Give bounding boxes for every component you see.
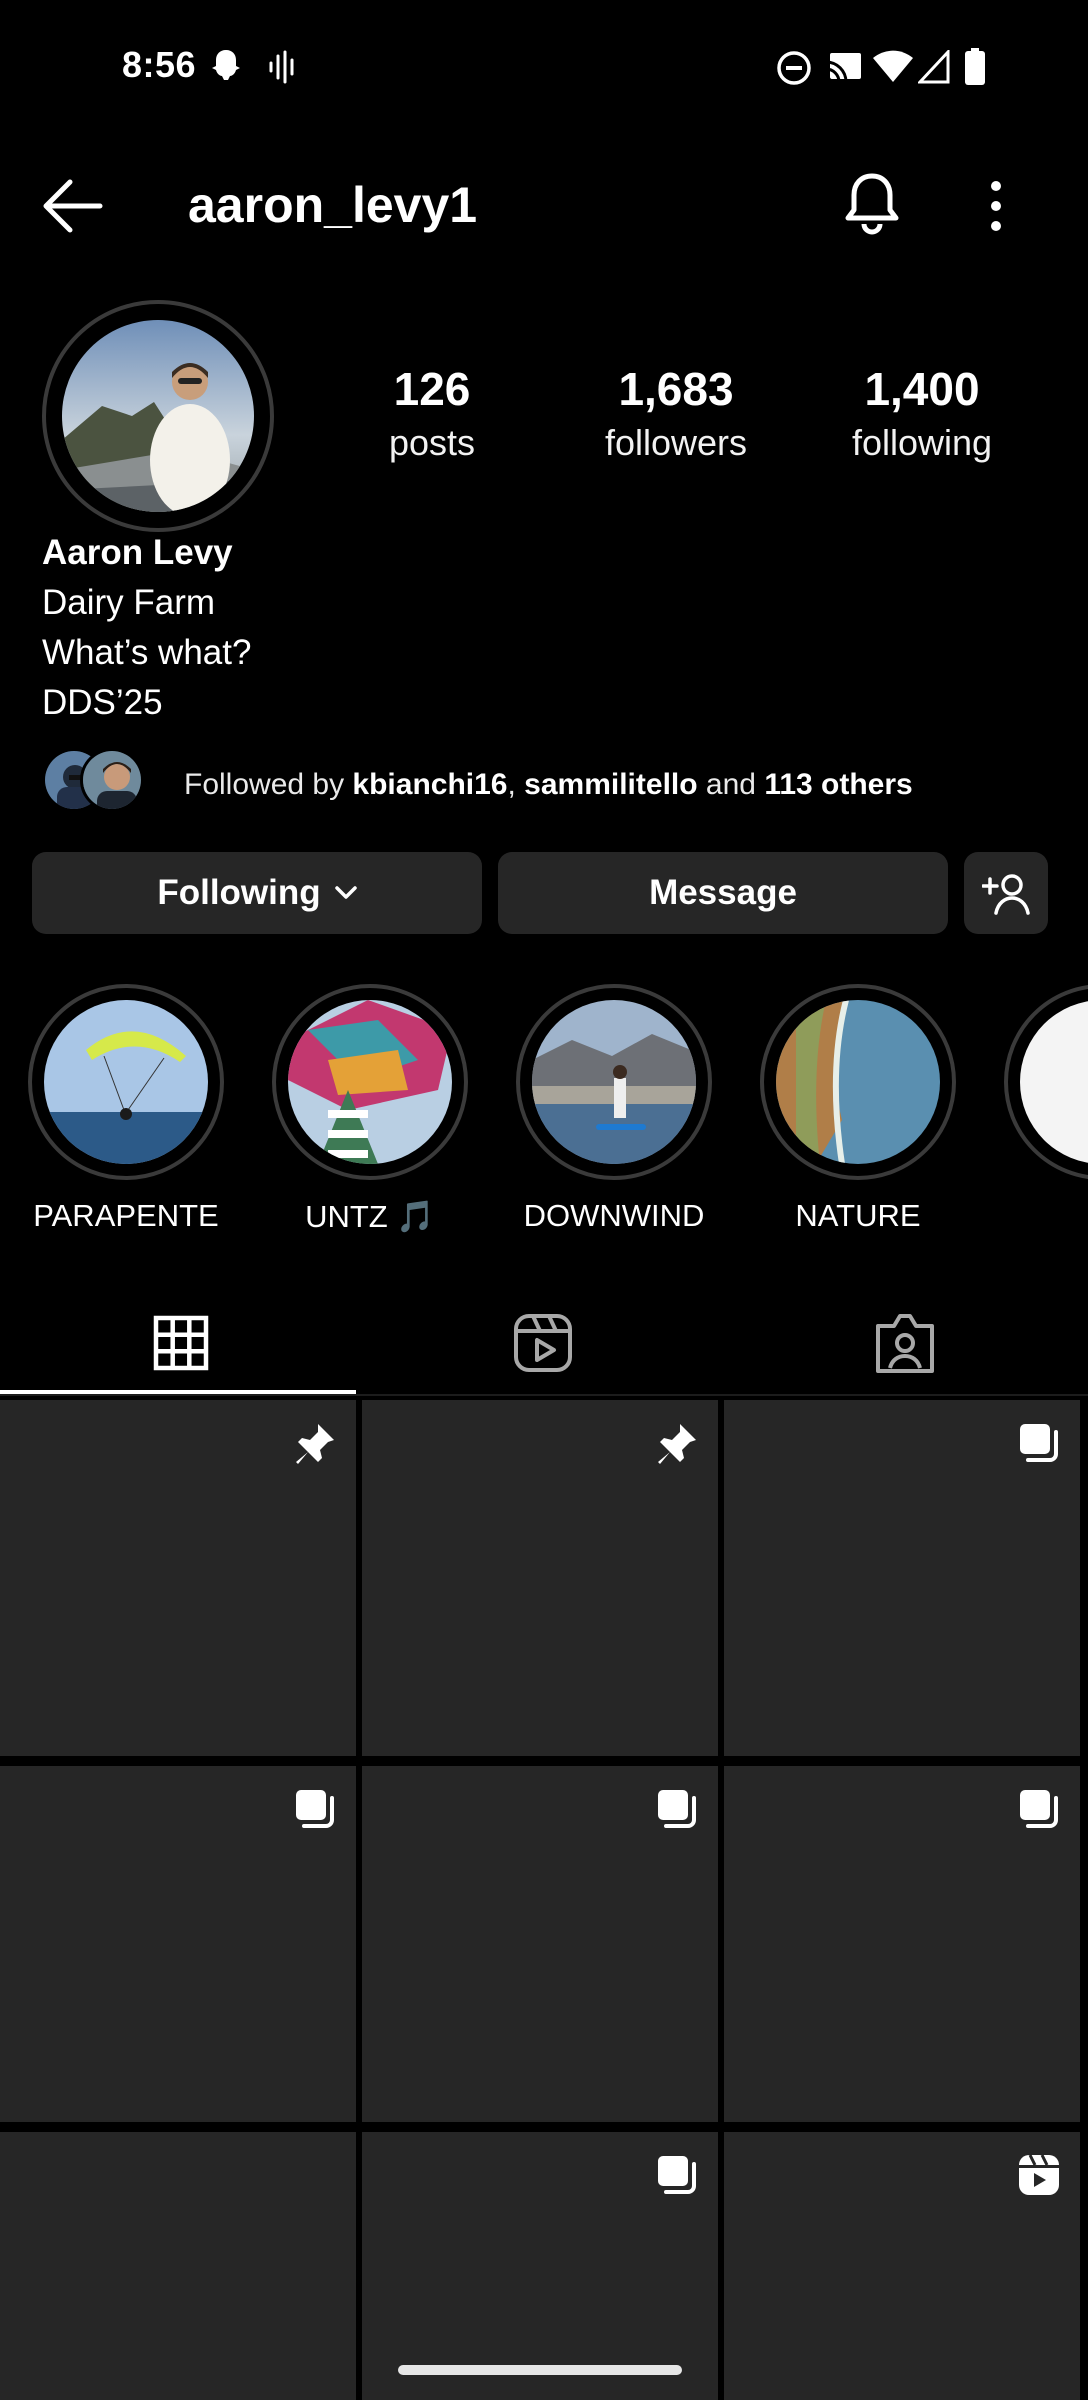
highlight-downwind[interactable]: DOWNWIND bbox=[516, 984, 712, 1234]
tab-tagged[interactable] bbox=[724, 1290, 1086, 1396]
carousel-icon bbox=[658, 2156, 696, 2194]
highlight-label: DOWNWIND bbox=[523, 1198, 705, 1233]
pin-icon bbox=[296, 1424, 334, 1464]
profile-bio: Aaron Levy Dairy Farm What’s what? DDS’2… bbox=[42, 528, 251, 728]
mutual-username[interactable]: kbianchi16 bbox=[352, 768, 507, 801]
highlight-nature[interactable]: NATURE bbox=[760, 984, 956, 1234]
add-person-icon bbox=[982, 874, 1030, 915]
profile-screen: 8:56 aaron_levy1 126 posts 1,683 followe… bbox=[0, 0, 1088, 2400]
chevron-down-icon bbox=[334, 886, 357, 899]
snapchat-icon bbox=[212, 50, 240, 80]
highlight-ring bbox=[1004, 984, 1088, 1180]
highlight-cover bbox=[1020, 1000, 1088, 1164]
message-button[interactable]: Message bbox=[498, 852, 948, 934]
highlight-ring bbox=[516, 984, 712, 1180]
profile-username: aaron_levy1 bbox=[188, 177, 478, 233]
posts-count: 126 bbox=[393, 363, 471, 415]
profile-name: Aaron Levy bbox=[42, 533, 233, 572]
post-thumbnail[interactable] bbox=[362, 1766, 718, 2122]
message-button-label: Message bbox=[649, 873, 797, 912]
followers-label: followers bbox=[604, 422, 748, 463]
wifi-icon bbox=[873, 50, 913, 82]
pin-icon bbox=[658, 1424, 696, 1464]
highlight-label: PARAPENTE bbox=[33, 1198, 219, 1233]
mutual-username[interactable]: sammilitello bbox=[524, 768, 697, 801]
mutual-avatar bbox=[80, 748, 144, 812]
reel-icon bbox=[1019, 2154, 1059, 2195]
carousel-icon bbox=[1020, 1424, 1058, 1462]
followed-by-text: Followed by kbianchi16, sammilitello and… bbox=[184, 768, 913, 802]
status-time: 8:56 bbox=[122, 44, 197, 85]
battery-icon bbox=[965, 48, 985, 85]
highlight-cover bbox=[532, 1000, 696, 1164]
dnd-icon bbox=[777, 51, 811, 85]
gesture-nav-handle[interactable] bbox=[398, 2365, 682, 2375]
profile-tabs bbox=[0, 1290, 1088, 1396]
tab-reels[interactable] bbox=[362, 1290, 724, 1396]
cast-icon bbox=[825, 53, 861, 83]
followed-mid: and bbox=[697, 768, 765, 801]
signal-icon bbox=[918, 50, 950, 84]
voice-icon bbox=[269, 50, 294, 84]
highlight-cover bbox=[776, 1000, 940, 1164]
more-vert-icon[interactable] bbox=[980, 178, 1012, 234]
profile-avatar[interactable] bbox=[42, 300, 274, 532]
stat-posts[interactable]: 126 posts bbox=[332, 362, 532, 464]
post-thumbnail[interactable] bbox=[0, 1766, 356, 2122]
posts-label: posts bbox=[388, 422, 476, 463]
bell-icon[interactable] bbox=[842, 170, 902, 236]
carousel-icon bbox=[658, 1790, 696, 1828]
post-thumbnail[interactable] bbox=[0, 2132, 356, 2400]
highlight-ring bbox=[760, 984, 956, 1180]
tab-divider bbox=[0, 1394, 1088, 1396]
highlight-label: NATURE bbox=[795, 1198, 921, 1233]
bio-line: What’s what? bbox=[42, 633, 252, 672]
bio-line: Dairy Farm bbox=[42, 583, 216, 622]
post-thumbnail[interactable] bbox=[724, 2132, 1080, 2400]
followed-by-row[interactable]: Followed by kbianchi16, sammilitello and… bbox=[42, 748, 1062, 818]
highlight-untz[interactable]: UNTZ 🎵 bbox=[272, 984, 468, 1235]
reels-icon bbox=[514, 1314, 572, 1372]
grid-icon bbox=[153, 1315, 209, 1371]
highlight-parapente[interactable]: PARAPENTE bbox=[28, 984, 224, 1234]
followers-count: 1,683 bbox=[618, 363, 734, 415]
stat-followers[interactable]: 1,683 followers bbox=[576, 362, 776, 464]
tab-grid[interactable] bbox=[0, 1290, 362, 1396]
highlight-ring bbox=[28, 984, 224, 1180]
post-thumbnail[interactable] bbox=[724, 1400, 1080, 1756]
avatar-photo bbox=[62, 320, 254, 512]
followed-prefix: Followed by bbox=[184, 768, 353, 801]
carousel-icon bbox=[1020, 1790, 1058, 1828]
following-label: following bbox=[851, 422, 993, 463]
following-count: 1,400 bbox=[864, 363, 980, 415]
status-bar: 8:56 bbox=[0, 0, 1088, 134]
following-button-label: Following bbox=[157, 873, 321, 912]
highlight-cover bbox=[44, 1000, 208, 1164]
post-thumbnail[interactable] bbox=[724, 1766, 1080, 2122]
following-button[interactable]: Following bbox=[32, 852, 482, 934]
highlight-ring bbox=[272, 984, 468, 1180]
carousel-icon bbox=[296, 1790, 334, 1828]
stat-following[interactable]: 1,400 following bbox=[822, 362, 1022, 464]
post-thumbnail[interactable] bbox=[0, 1400, 356, 1756]
bio-line: DDS’25 bbox=[42, 683, 163, 722]
highlight-partial[interactable] bbox=[1004, 984, 1088, 1180]
back-arrow-icon[interactable] bbox=[40, 176, 104, 236]
profile-header: aaron_levy1 bbox=[0, 150, 1088, 260]
mutual-others[interactable]: 113 others bbox=[764, 768, 912, 801]
highlight-label: UNTZ 🎵 bbox=[305, 1199, 435, 1234]
followed-sep: , bbox=[507, 768, 525, 801]
tagged-icon bbox=[876, 1314, 934, 1373]
suggested-users-button[interactable] bbox=[964, 852, 1048, 934]
highlight-cover bbox=[288, 1000, 452, 1164]
post-thumbnail[interactable] bbox=[362, 2132, 718, 2400]
post-thumbnail[interactable] bbox=[362, 1400, 718, 1756]
